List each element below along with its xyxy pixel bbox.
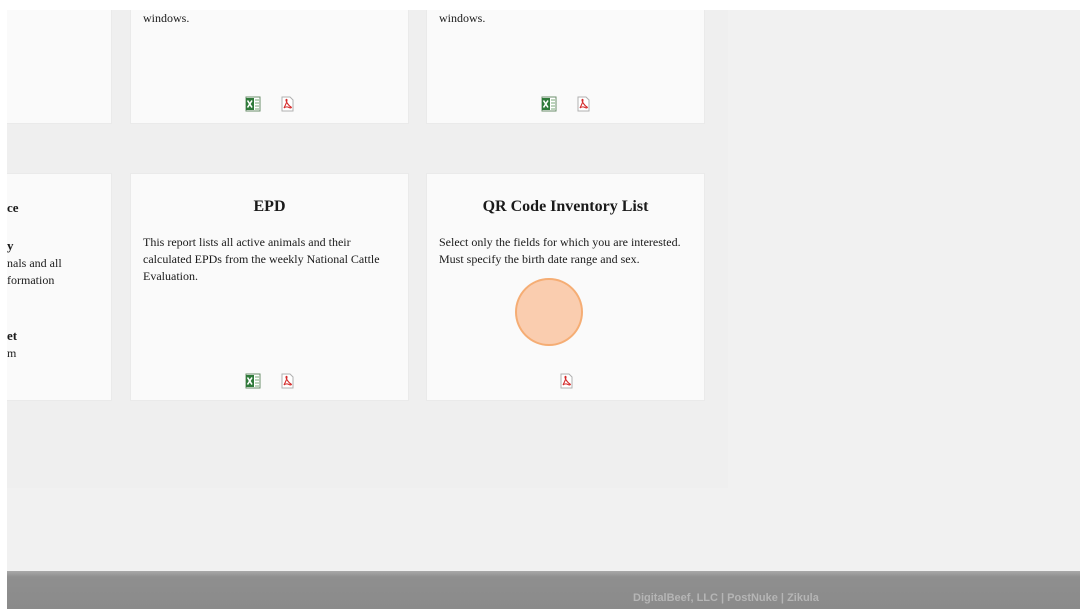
- card-description: This report lists all active animals and…: [143, 235, 380, 283]
- report-card-top-middle: windows.: [131, 10, 408, 123]
- page-footer: DigitalBeef, LLC | PostNuke | Zikula: [7, 571, 1080, 609]
- card-text-fragment: m: [7, 346, 17, 360]
- export-icons: [131, 96, 408, 112]
- report-card-qr-inventory: QR Code Inventory List Select only the f…: [427, 174, 704, 400]
- export-icons: [131, 373, 408, 389]
- card-title: EPD: [253, 198, 286, 215]
- footer-credits: DigitalBeef, LLC | PostNuke | Zikula: [633, 592, 819, 604]
- excel-icon[interactable]: [245, 96, 261, 112]
- card-subtitle-fragment: y: [7, 238, 14, 253]
- pdf-icon[interactable]: [279, 373, 295, 389]
- card-subtitle-fragment: et: [7, 328, 18, 343]
- pdf-icon[interactable]: [279, 96, 295, 112]
- card-title: QR Code Inventory List: [482, 198, 649, 215]
- reports-panel: windows. windows. ce y nals and all form…: [7, 10, 728, 488]
- report-card-epd: EPD This report lists all active animals…: [131, 174, 408, 400]
- card-description: windows.: [143, 11, 190, 25]
- excel-icon[interactable]: [541, 96, 557, 112]
- export-icons: [427, 96, 704, 112]
- card-description: windows.: [439, 11, 486, 25]
- export-icons: [427, 373, 704, 389]
- card-description: Select only the fields for which you are…: [439, 235, 681, 266]
- pdf-icon[interactable]: [558, 373, 574, 389]
- excel-icon[interactable]: [245, 373, 261, 389]
- pdf-icon[interactable]: [575, 96, 591, 112]
- report-card-partial-top-left: [7, 10, 111, 123]
- card-text-fragment: nals and all: [7, 256, 62, 270]
- report-card-top-right: windows.: [427, 10, 704, 123]
- page-viewport: windows. windows. ce y nals and all form…: [7, 10, 1080, 609]
- card-text-fragment: formation: [7, 273, 55, 287]
- report-card-partial-bottom-left: ce y nals and all formation et m: [7, 174, 111, 400]
- card-title-fragment: ce: [7, 200, 19, 215]
